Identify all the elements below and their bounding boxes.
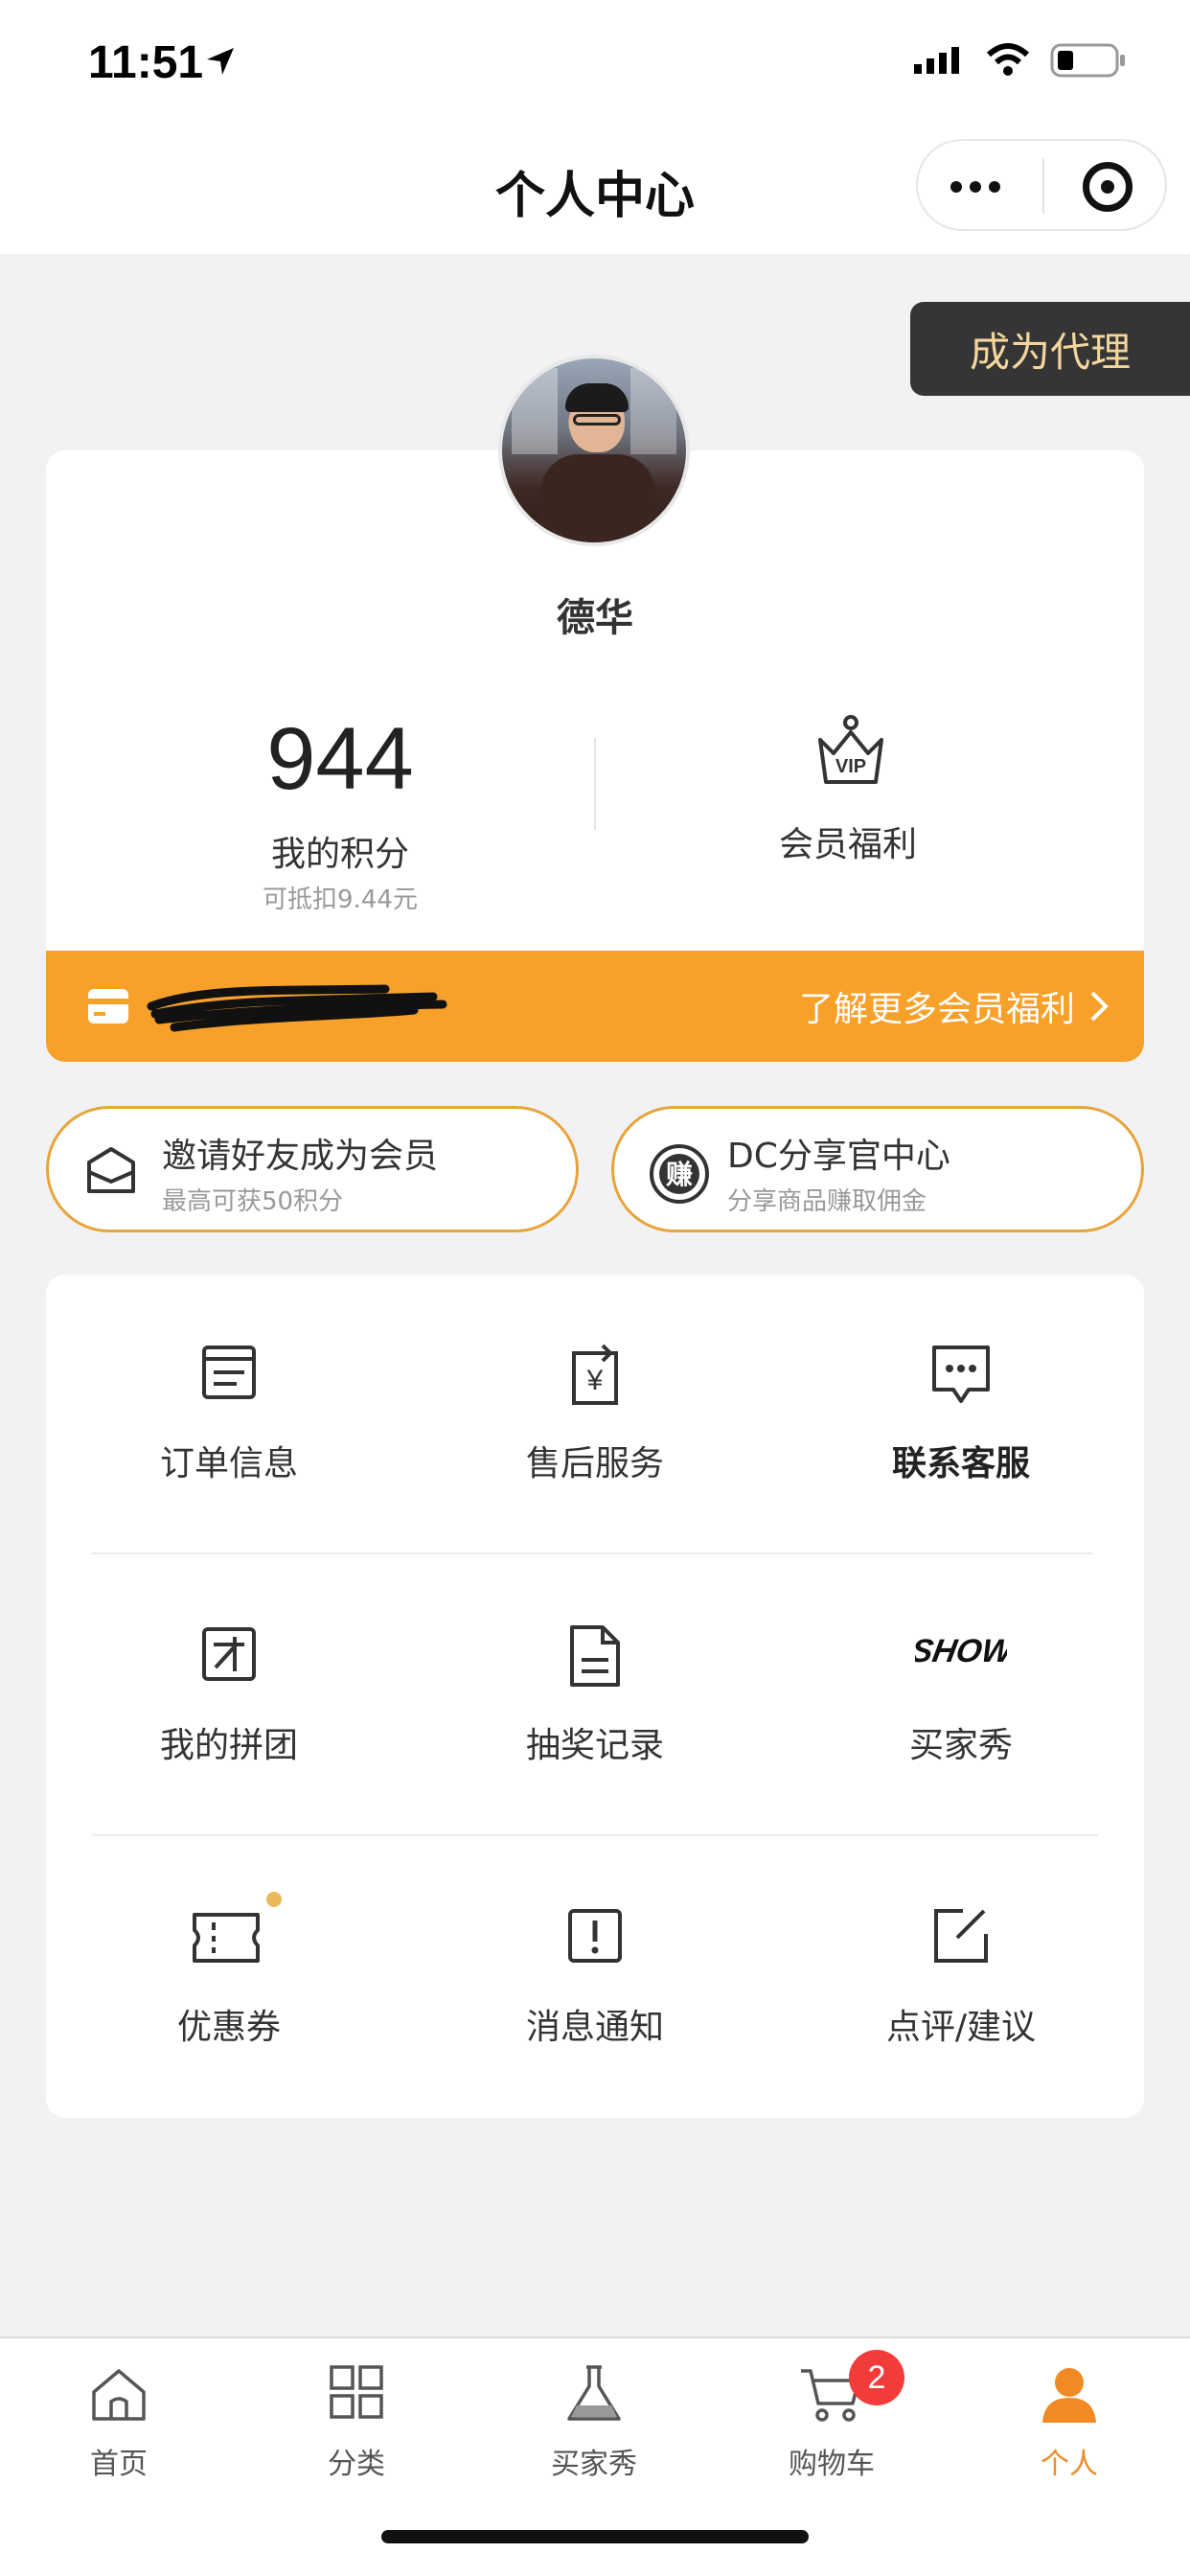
grid-label: 我的拼团 — [159, 1726, 298, 1765]
grid-item-notifications[interactable]: 消息通知 — [412, 1838, 778, 2058]
grid-item-after-sales[interactable]: ¥ 售后服务 — [412, 1275, 778, 1495]
grid-label: 消息通知 — [525, 2008, 664, 2047]
grid-item-customer-service[interactable]: 联系客服 — [778, 1275, 1144, 1495]
grid-item-group-buy[interactable]: 我的拼团 — [46, 1556, 412, 1777]
home-indicator — [381, 2530, 809, 2543]
member-bar[interactable]: 了解更多会员福利 — [46, 951, 1144, 1062]
grid-label: 优惠券 — [176, 2008, 281, 2047]
svg-text:¥: ¥ — [586, 1365, 604, 1396]
grid-label: 联系客服 — [891, 1444, 1030, 1484]
grid-item-feedback[interactable]: 点评/建议 — [778, 1838, 1144, 2058]
new-dot-badge — [266, 1892, 282, 1907]
group-buy-icon — [202, 1627, 256, 1681]
cart-count-badge: 2 — [849, 2350, 904, 2405]
user-name: 德华 — [557, 596, 633, 640]
svg-text:SHOW: SHOW — [915, 1633, 1007, 1669]
svg-text:VIP: VIP — [835, 756, 866, 777]
more-icon[interactable] — [950, 181, 1000, 193]
grid-label: 抽奖记录 — [525, 1726, 664, 1765]
share-center-pill[interactable]: 赚 DC分享官中心 分享商品赚取佣金 — [611, 1106, 1144, 1232]
points-value[interactable]: 944 — [192, 709, 489, 810]
grid-item-lottery[interactable]: 抽奖记录 — [412, 1556, 778, 1777]
person-icon — [1042, 2368, 1096, 2423]
tab-label: 首页 — [90, 2448, 148, 2481]
points-sub: 可抵扣9.44元 — [263, 886, 418, 914]
envelope-icon — [87, 1147, 135, 1193]
redacted-scribble — [147, 984, 447, 1032]
status-bar: 11:51 — [0, 0, 1190, 125]
vip-crown-icon[interactable]: VIP — [812, 711, 889, 788]
divider — [92, 1552, 801, 1554]
earn-icon: 赚 — [650, 1144, 709, 1204]
svg-text:赚: 赚 — [666, 1159, 693, 1190]
pill-title: 邀请好友成为会员 — [162, 1137, 439, 1176]
grid-label: 售后服务 — [525, 1444, 664, 1484]
pill-sub: 分享商品赚取佣金 — [727, 1187, 927, 1216]
mini-program-capsule — [916, 139, 1167, 231]
grid-item-orders[interactable]: 订单信息 — [46, 1275, 412, 1495]
pill-sub: 最高可获50积分 — [162, 1187, 344, 1216]
edit-icon — [934, 1909, 988, 1963]
vip-label[interactable]: 会员福利 — [709, 816, 987, 866]
document-icon — [570, 1625, 620, 1687]
tab-label: 分类 — [328, 2448, 385, 2481]
pill-title: DC分享官中心 — [727, 1137, 950, 1176]
tab-category[interactable]: 分类 — [238, 2356, 475, 2490]
home-icon — [92, 2369, 146, 2421]
status-time: 11:51 — [88, 37, 204, 88]
grid-label: 点评/建议 — [885, 2008, 1037, 2047]
location-arrow-icon — [207, 48, 234, 75]
wifi-icon — [986, 43, 1030, 76]
avatar[interactable] — [498, 355, 690, 546]
grid-item-buyer-show[interactable]: SHOW 买家秀 — [778, 1556, 1144, 1777]
alert-box-icon — [568, 1909, 622, 1963]
divider — [761, 1552, 1092, 1554]
capsule-divider — [1042, 158, 1044, 214]
card-icon — [88, 989, 128, 1024]
grid-label: 订单信息 — [159, 1444, 298, 1484]
divider — [92, 1834, 1098, 1836]
tab-label: 个人 — [1041, 2448, 1098, 2481]
tab-profile[interactable]: 个人 — [950, 2356, 1188, 2490]
grid-icon — [330, 2365, 383, 2419]
tab-buyer-show[interactable]: 买家秀 — [475, 2356, 713, 2490]
signal-icon — [914, 47, 959, 74]
tab-cart[interactable]: 2 购物车 — [713, 2350, 950, 2490]
services-grid: 订单信息 ¥ 售后服务 联系客服 我的拼团 抽奖记录 SHOW 买家秀 优惠券 … — [46, 1275, 1144, 2118]
become-agent-button[interactable]: 成为代理 — [910, 302, 1190, 396]
tab-label: 买家秀 — [551, 2448, 637, 2481]
chevron-right-icon — [1090, 991, 1109, 1022]
tab-home[interactable]: 首页 — [0, 2356, 238, 2490]
after-sales-icon: ¥ — [572, 1344, 618, 1405]
show-icon: SHOW — [915, 1633, 1007, 1669]
order-list-icon — [202, 1346, 256, 1399]
close-target-icon[interactable] — [1083, 162, 1133, 212]
chat-bubble-icon — [932, 1346, 990, 1403]
battery-icon — [1050, 43, 1125, 78]
divider — [594, 738, 596, 830]
points-label[interactable]: 我的积分 — [192, 826, 489, 876]
flask-icon — [567, 2365, 621, 2421]
grid-label: 买家秀 — [908, 1726, 1013, 1765]
coupon-icon — [193, 1913, 260, 1963]
tab-label: 购物车 — [789, 2448, 875, 2481]
status-indicators — [914, 42, 1127, 79]
grid-item-coupons[interactable]: 优惠券 — [46, 1838, 412, 2058]
nav-bar: 个人中心 — [0, 125, 1190, 254]
member-benefits-link[interactable]: 了解更多会员福利 — [799, 981, 1075, 1031]
invite-friends-pill[interactable]: 邀请好友成为会员 最高可获50积分 — [46, 1106, 579, 1232]
